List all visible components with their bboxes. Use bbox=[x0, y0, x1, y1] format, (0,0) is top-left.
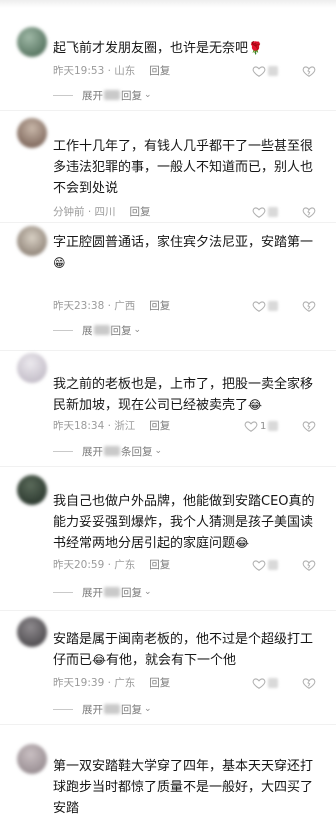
laugh-cry-emoji-icon: 😂 bbox=[92, 653, 107, 667]
avatar[interactable] bbox=[17, 475, 47, 505]
like-button[interactable] bbox=[252, 62, 278, 80]
reply-button[interactable]: 回复 bbox=[149, 300, 170, 312]
heart-outline-icon bbox=[252, 678, 266, 689]
like-count bbox=[268, 207, 278, 217]
like-count: 1 bbox=[260, 420, 267, 432]
comment-meta: 昨天23:38 · 广西 回复 bbox=[53, 300, 171, 312]
dislike-icon[interactable] bbox=[302, 419, 316, 433]
reply-count bbox=[104, 587, 120, 597]
divider-line bbox=[53, 329, 73, 331]
expand-replies-button[interactable]: 展开 回复 ⌄ bbox=[53, 87, 152, 103]
expand-replies-button[interactable]: 展开 条回复 ⌄ bbox=[53, 443, 162, 459]
divider bbox=[0, 222, 336, 223]
chevron-down-icon: ⌄ bbox=[144, 587, 152, 597]
divider bbox=[0, 466, 336, 467]
like-button[interactable] bbox=[252, 674, 278, 692]
laugh-cry-emoji-icon: 😂 bbox=[235, 536, 250, 550]
comment-item: 工作十几年了，有钱人几乎都干了一些甚至很多违法犯罪的事，一般人不知道而已，别人也… bbox=[0, 118, 336, 218]
comment-item: 我自己也做户外品牌，他能做到安踏CEO真的能力妥妥强到爆炸，我个人猜测是孩子美国… bbox=[0, 475, 336, 605]
divider-line bbox=[53, 591, 73, 593]
divider-line bbox=[53, 450, 73, 452]
like-count bbox=[268, 560, 278, 570]
reply-button[interactable]: 回复 bbox=[149, 559, 170, 571]
heart-outline-icon bbox=[244, 421, 258, 432]
laugh-cry-emoji-icon: 😂 bbox=[248, 398, 263, 412]
like-button[interactable]: 1 bbox=[244, 417, 279, 435]
comment-text: 工作十几年了，有钱人几乎都干了一些甚至很多违法犯罪的事，一般人不知道而已，别人也… bbox=[53, 139, 314, 196]
comment-meta: 昨天19:53 · 山东 回复 bbox=[53, 65, 171, 77]
like-count-blur bbox=[268, 421, 279, 431]
reply-count bbox=[104, 704, 120, 714]
divider bbox=[0, 724, 336, 725]
heart-outline-icon bbox=[252, 301, 266, 312]
like-count bbox=[268, 678, 278, 688]
comment-text: 我之前的老板也是，上市了，把股一卖全家移民新加坡，现在公司已经被卖壳了😂 bbox=[53, 377, 314, 413]
avatar[interactable] bbox=[17, 226, 47, 256]
comment-text: 起飞前才发朋友圈，也许是无奈吧🌹 bbox=[53, 41, 263, 56]
expand-replies-button[interactable]: 展回复 ⌄ bbox=[53, 322, 141, 338]
expand-replies-button[interactable]: 展开 回复 ⌄ bbox=[53, 584, 152, 600]
grin-emoji-icon: 😁 bbox=[53, 256, 66, 270]
like-button[interactable] bbox=[252, 203, 278, 221]
comment-item: 字正腔圆普通话，家住宾夕法尼亚，安踏第一 😁 昨天23:38 · 广西 回复 展回复… bbox=[0, 226, 336, 344]
divider-line bbox=[53, 708, 73, 710]
comment-item: 第一双安踏鞋大学穿了四年，基本天天穿还打球跑步当时都惊了质量不是一般好，大四买了… bbox=[0, 744, 336, 816]
comment-text: 我自己也做户外品牌，他能做到安踏CEO真的能力妥妥强到爆炸，我个人猜测是孩子美国… bbox=[53, 494, 315, 551]
top-edge bbox=[0, 0, 336, 8]
reply-count bbox=[93, 325, 110, 335]
divider bbox=[0, 350, 336, 351]
heart-outline-icon bbox=[252, 207, 266, 218]
comment-text: 安踏是属于闽南老板的，他不过是个超级打工仔而已😂有他，就会有下一个他 bbox=[53, 632, 314, 668]
avatar[interactable] bbox=[17, 27, 47, 57]
reply-button[interactable]: 回复 bbox=[149, 65, 170, 77]
comment-item: 起飞前才发朋友圈，也许是无奈吧🌹 昨天19:53 · 山东 回复 展开 回复 ⌄ bbox=[0, 27, 336, 109]
avatar[interactable] bbox=[17, 118, 47, 148]
dislike-icon[interactable] bbox=[302, 558, 316, 572]
comment-text: 字正腔圆普通话，家住宾夕法尼亚，安踏第一 😁 bbox=[53, 235, 314, 270]
chevron-down-icon: ⌄ bbox=[144, 90, 152, 100]
chevron-down-icon: ⌄ bbox=[133, 325, 142, 335]
chevron-down-icon: ⌄ bbox=[144, 704, 152, 714]
chevron-down-icon: ⌄ bbox=[154, 446, 163, 456]
divider bbox=[0, 610, 336, 611]
dislike-icon[interactable] bbox=[302, 676, 316, 690]
like-count bbox=[268, 66, 278, 76]
dislike-icon[interactable] bbox=[302, 205, 316, 219]
divider bbox=[0, 110, 336, 111]
heart-outline-icon bbox=[252, 560, 266, 571]
reply-button[interactable]: 回复 bbox=[149, 420, 170, 432]
dislike-icon[interactable] bbox=[302, 64, 316, 78]
avatar[interactable] bbox=[17, 353, 47, 383]
reply-count bbox=[104, 90, 120, 100]
reply-button[interactable]: 回复 bbox=[130, 206, 151, 218]
rose-emoji-icon: 🌹 bbox=[248, 41, 263, 55]
avatar[interactable] bbox=[17, 617, 47, 647]
comment-item: 安踏是属于闽南老板的，他不过是个超级打工仔而已😂有他，就会有下一个他 昨天19:… bbox=[0, 617, 336, 717]
like-button[interactable] bbox=[252, 297, 278, 315]
comment-meta: 昨天18:34 · 浙江 回复 bbox=[53, 420, 171, 432]
expand-replies-button[interactable]: 展开 回复 ⌄ bbox=[53, 701, 152, 717]
heart-outline-icon bbox=[252, 66, 266, 77]
comment-meta: 分钟前 · 四川 回复 bbox=[53, 206, 151, 218]
comment-meta: 昨天19:39 · 广东 回复 bbox=[53, 677, 171, 689]
like-button[interactable] bbox=[252, 556, 278, 574]
dislike-icon[interactable] bbox=[302, 299, 316, 313]
avatar[interactable] bbox=[17, 744, 47, 774]
comment-text: 第一双安踏鞋大学穿了四年，基本天天穿还打球跑步当时都惊了质量不是一般好，大四买了… bbox=[53, 759, 314, 816]
comment-item: 我之前的老板也是，上市了，把股一卖全家移民新加坡，现在公司已经被卖壳了😂 昨天1… bbox=[0, 353, 336, 463]
divider-line bbox=[53, 94, 73, 96]
like-count bbox=[268, 301, 278, 311]
reply-button[interactable]: 回复 bbox=[149, 677, 170, 689]
reply-count bbox=[104, 446, 120, 456]
comment-meta: 昨天20:59 · 广东 回复 bbox=[53, 559, 171, 571]
